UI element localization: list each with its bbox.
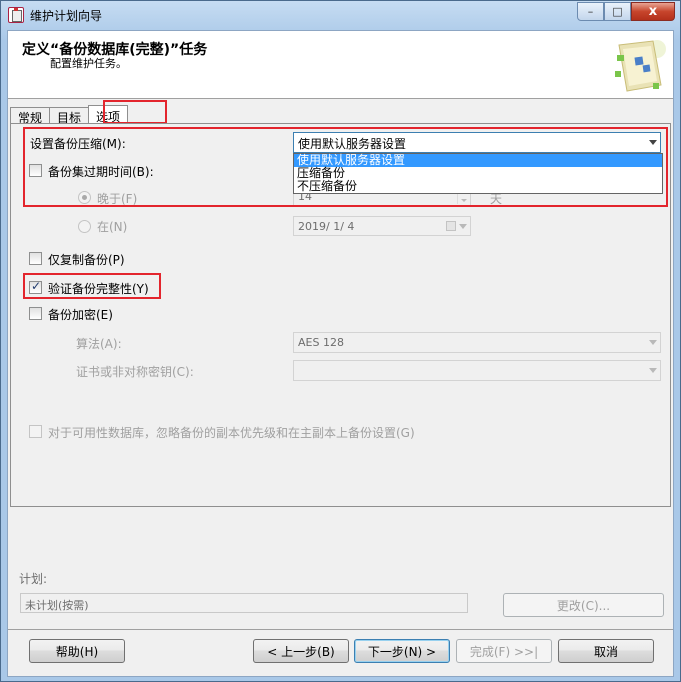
finish-button[interactable]: 完成(F) >>| — [456, 639, 552, 663]
title-bar[interactable]: 维护计划向导 – □ x — [1, 1, 680, 29]
tab-options-highlight — [103, 100, 167, 124]
ag-ignore-priority-checkbox[interactable] — [29, 425, 42, 438]
wizard-window: 维护计划向导 – □ x 定义“备份数据库(完整)”任务 配置维护任务。 常规 … — [0, 0, 681, 682]
algorithm-value: AES 128 — [298, 336, 344, 349]
next-button[interactable]: 下一步(N) > — [354, 639, 450, 663]
close-button[interactable]: x — [631, 2, 675, 21]
window-title: 维护计划向导 — [30, 9, 103, 23]
maximize-button[interactable]: □ — [604, 2, 631, 21]
algorithm-label: 算法(A): — [76, 337, 122, 351]
back-button[interactable]: < 上一步(B) — [253, 639, 349, 663]
chevron-down-icon[interactable] — [459, 224, 467, 229]
encrypt-label: 备份加密(E) — [48, 308, 113, 322]
chevron-down-icon[interactable] — [649, 368, 657, 373]
expire-date-value: 2019/ 1/ 4 — [298, 220, 355, 233]
expire-on-radio[interactable] — [78, 220, 91, 233]
chevron-down-icon[interactable] — [649, 340, 657, 345]
wizard-footer: 帮助(H) < 上一步(B) 下一步(N) > 完成(F) >>| 取消 — [8, 630, 673, 676]
options-panel: 设置备份压缩(M): 使用默认服务器设置 备份集过期时间(B): 晚于(F) 1… — [10, 123, 671, 507]
help-button[interactable]: 帮助(H) — [29, 639, 125, 663]
wizard-client-area: 定义“备份数据库(完整)”任务 配置维护任务。 常规 目标 选项 设置备份压缩(… — [7, 30, 674, 677]
window-controls: – □ x — [577, 2, 675, 21]
change-schedule-button[interactable]: 更改(C)... — [503, 593, 664, 617]
copy-only-checkbox[interactable] — [29, 252, 42, 265]
algorithm-select[interactable]: AES 128 — [293, 332, 661, 353]
certificate-label: 证书或非对称密钥(C): — [76, 365, 194, 379]
encrypt-checkbox[interactable] — [29, 307, 42, 320]
compression-expire-highlight — [23, 127, 668, 207]
maintenance-wizard-icon — [8, 7, 24, 23]
calendar-icon[interactable] — [446, 221, 456, 231]
minimize-button[interactable]: – — [577, 2, 604, 21]
copy-only-label: 仅复制备份(P) — [48, 253, 125, 267]
expire-on-label: 在(N) — [97, 220, 128, 234]
page-subtitle: 配置维护任务。 — [50, 57, 127, 70]
verify-integrity-highlight — [23, 273, 161, 299]
schedule-label: 计划: — [19, 572, 48, 586]
ag-ignore-priority-label: 对于可用性数据库，忽略备份的副本优先级和在主副本上备份设置(G) — [48, 426, 415, 440]
expire-date-picker[interactable]: 2019/ 1/ 4 — [293, 216, 471, 236]
certificate-select[interactable] — [293, 360, 661, 381]
wizard-header: 定义“备份数据库(完整)”任务 配置维护任务。 — [8, 31, 673, 99]
cancel-button[interactable]: 取消 — [558, 639, 654, 663]
schedule-field: 未计划(按需) — [20, 593, 468, 613]
wizard-banner-icon — [613, 37, 667, 95]
